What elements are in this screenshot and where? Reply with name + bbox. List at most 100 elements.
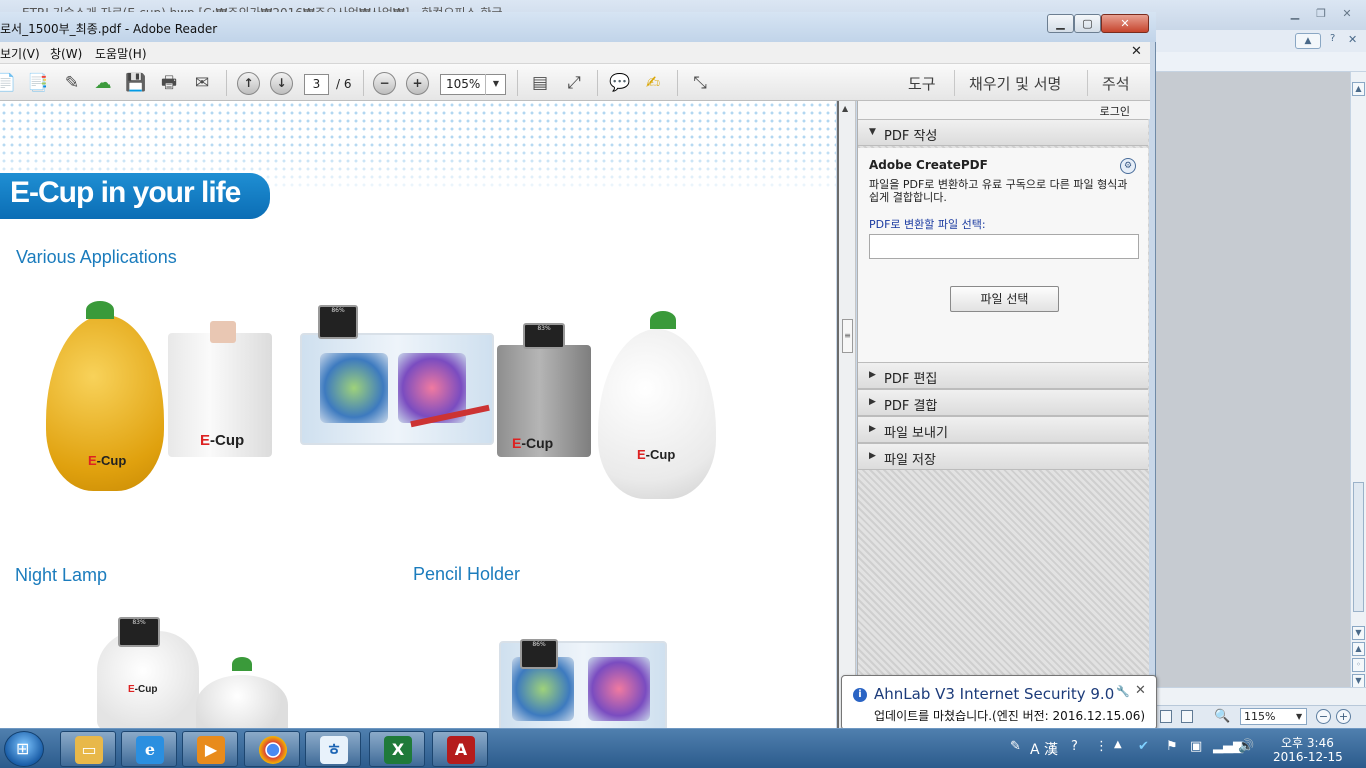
pdf-page[interactable]: E-Cup in your life Various Applications …: [0, 101, 836, 728]
adobe-reader-window[interactable]: 로서_1500부_최종.pdf - Adobe Reader ▁ ▢ ✕ 보기(…: [0, 12, 1156, 728]
ribbon-collapse-icon[interactable]: ▲: [1295, 33, 1321, 49]
zoom-in-icon[interactable]: +: [406, 72, 429, 95]
zoom-icon[interactable]: 🔍: [1214, 709, 1230, 724]
minimize-icon[interactable]: ▁: [1286, 6, 1304, 22]
chevron-down-icon[interactable]: ▼: [485, 74, 506, 95]
fullscreen-icon[interactable]: ⤡: [688, 71, 712, 95]
create-pdf-icon[interactable]: 📄: [0, 71, 18, 95]
view-page-icon[interactable]: [1181, 710, 1193, 723]
document-close-icon[interactable]: ✕: [1131, 44, 1142, 59]
product-logo: E-Cup: [637, 447, 675, 462]
panel-header-edit-pdf[interactable]: ▶ PDF 편집: [858, 362, 1148, 389]
highlight-icon[interactable]: ✍: [641, 71, 665, 95]
view-normal-icon[interactable]: [1160, 710, 1172, 723]
pane-login-bar: 로그인: [858, 101, 1150, 119]
print-icon[interactable]: 🖶: [157, 71, 181, 95]
tools-link[interactable]: 도구: [908, 73, 936, 94]
language-bar-icon[interactable]: ✎: [1010, 739, 1021, 754]
fit-width-icon[interactable]: ⤢: [562, 71, 586, 95]
clock-time[interactable]: 오후 3:46: [1281, 734, 1334, 751]
background-horizontal-scrollbar[interactable]: [1155, 687, 1366, 705]
combine-icon[interactable]: 📑: [26, 71, 50, 95]
page-down-icon[interactable]: ↓: [270, 72, 293, 95]
save-icon[interactable]: 💾: [124, 71, 148, 95]
product-logo: E-Cup: [512, 435, 553, 451]
reader-toolbar: 📄 📑 ✎ ☁ 💾 🖶 ✉ ↑ ↓ 3 / 6 − + 105% ▼ ▤ ⤢ 💬…: [0, 64, 1150, 101]
scroll-up-icon[interactable]: ▲: [842, 104, 848, 113]
show-hidden-icons-icon[interactable]: ▲: [1114, 739, 1122, 750]
product-night-lamp-cap: [196, 675, 288, 728]
maximize-button[interactable]: ▢: [1074, 14, 1101, 33]
start-button[interactable]: ⊞: [4, 731, 44, 767]
ribbon-close-icon[interactable]: ✕: [1348, 33, 1357, 46]
comment-icon[interactable]: 💬: [608, 71, 632, 95]
action-center-flag-icon[interactable]: ⚑: [1166, 739, 1178, 754]
taskbar: ⊞ ▭ e ▶ ㅎ X A ✎ A 漢 ? ⋮ ▲ ✔ ⚑ ▣ ▂▄▆ 🔊 오후…: [0, 728, 1366, 768]
background-document-area[interactable]: [1155, 72, 1350, 687]
notification-close-icon[interactable]: ✕: [1135, 683, 1146, 698]
zoom-in-icon[interactable]: +: [1336, 709, 1351, 724]
edit-icon[interactable]: ✎: [60, 71, 84, 95]
notification-balloon[interactable]: i AhnLab V3 Internet Security 9.0 🔧 ✕ 업데…: [841, 675, 1157, 730]
comment-link[interactable]: 주석: [1102, 73, 1130, 94]
restore-icon[interactable]: ❐: [1312, 6, 1330, 22]
device-icon[interactable]: ▣: [1190, 739, 1202, 754]
close-button[interactable]: ✕: [1101, 14, 1149, 33]
taskbar-media-player[interactable]: ▶: [182, 731, 238, 767]
page-next-icon[interactable]: ▼: [1352, 674, 1365, 688]
zoom-out-icon[interactable]: −: [1316, 709, 1331, 724]
zoom-out-icon[interactable]: −: [373, 72, 396, 95]
page-up-icon[interactable]: ↑: [237, 72, 260, 95]
page-select-icon[interactable]: ◦: [1352, 658, 1365, 672]
logo-e: E: [637, 447, 646, 462]
createpdf-settings-icon[interactable]: ⚙: [1120, 158, 1136, 174]
panel-header-send-file[interactable]: ▶ 파일 보내기: [858, 416, 1148, 443]
upload-icon[interactable]: ☁: [91, 71, 115, 95]
reader-titlebar[interactable]: 로서_1500부_최종.pdf - Adobe Reader ▁ ▢ ✕: [0, 12, 1156, 42]
scroll-up-icon[interactable]: ▲: [1352, 82, 1365, 96]
taskbar-chrome[interactable]: [244, 731, 300, 767]
taskbar-excel[interactable]: X: [369, 731, 425, 767]
taskbar-ie[interactable]: e: [121, 731, 177, 767]
panel-header-create-pdf[interactable]: ▼ PDF 작성: [858, 119, 1148, 146]
document-vertical-scrollbar[interactable]: ▲ ≡: [837, 101, 856, 728]
help-icon[interactable]: ?: [1071, 739, 1078, 754]
taskbar-explorer[interactable]: ▭: [60, 731, 116, 767]
login-link[interactable]: 로그인: [1100, 103, 1130, 119]
product-white-egg: [598, 329, 716, 499]
file-select-input[interactable]: [869, 234, 1139, 259]
page-prev-icon[interactable]: ▲: [1352, 642, 1365, 656]
internet-explorer-icon: e: [136, 736, 164, 764]
scroll-down-icon[interactable]: ▼: [1352, 626, 1365, 640]
taskbar-adobe-reader[interactable]: A: [432, 731, 488, 767]
email-icon[interactable]: ✉: [190, 71, 214, 95]
v3-tray-icon[interactable]: ✔: [1138, 739, 1149, 754]
fill-sign-link[interactable]: 채우기 및 서명: [969, 73, 1061, 94]
panel-header-combine-pdf[interactable]: ▶ PDF 결합: [858, 389, 1148, 416]
help-icon[interactable]: ?: [1330, 33, 1335, 44]
menu-help[interactable]: 도움말(H): [95, 45, 147, 62]
ime-mode[interactable]: A 漢: [1030, 739, 1058, 759]
panel-header-store-file[interactable]: ▶ 파일 저장: [858, 443, 1148, 470]
menu-view[interactable]: 보기(V): [0, 45, 40, 62]
chevron-down-icon[interactable]: ▼: [1296, 708, 1302, 725]
pane-splitter-grip[interactable]: ≡: [842, 319, 853, 353]
clock-date[interactable]: 2016-12-15: [1273, 750, 1343, 764]
toolbar-separator: [363, 70, 364, 96]
product-logo: E-Cup: [128, 684, 157, 695]
file-select-button[interactable]: 파일 선택: [950, 286, 1059, 312]
page-number-input[interactable]: 3: [304, 74, 329, 95]
close-icon[interactable]: ✕: [1338, 6, 1356, 22]
menu-window[interactable]: 창(W): [50, 45, 82, 62]
background-vertical-scrollbar[interactable]: ▲ ▼ ▲ ◦ ▼: [1350, 72, 1366, 688]
logo-rest: -Cup: [134, 684, 158, 695]
taskbar-hwp[interactable]: ㅎ: [305, 731, 361, 767]
ime-options-icon[interactable]: ⋮: [1095, 739, 1108, 754]
folder-icon: ▭: [75, 736, 103, 764]
minimize-button[interactable]: ▁: [1047, 14, 1074, 33]
wrench-icon[interactable]: 🔧: [1116, 685, 1130, 698]
fit-page-icon[interactable]: ▤: [528, 71, 552, 95]
section-title-applications: Various Applications: [16, 247, 177, 267]
scroll-thumb[interactable]: [1353, 482, 1364, 612]
volume-icon[interactable]: 🔊: [1238, 739, 1254, 754]
